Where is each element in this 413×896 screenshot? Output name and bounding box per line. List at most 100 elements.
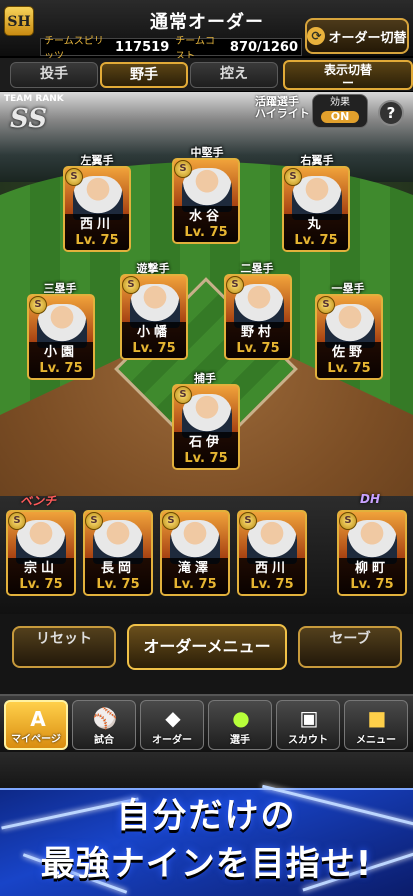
bench-area: ベンチ DH S 宗山 Lv. 75 S 長岡 Lv. 75 S 滝澤 Lv. …: [0, 492, 413, 614]
bench-label: ベンチ: [20, 494, 57, 508]
save-button[interactable]: セーブ: [298, 626, 402, 668]
team-rank-label: TEAM RANK: [4, 94, 64, 104]
player-level: Lv. 75: [132, 341, 176, 356]
highlight-label: 活躍選手 ハイライト: [255, 96, 310, 120]
nav-mypage[interactable]: A マイページ: [4, 700, 68, 750]
A-letter-icon: A: [30, 707, 46, 731]
rank-badge-icon: S: [122, 276, 140, 294]
player-name: 丸: [307, 217, 325, 232]
player-card-shortstop[interactable]: S 小幡 Lv. 75: [120, 274, 188, 360]
promo-line-2: 最強ナインを目指せ!: [40, 844, 373, 884]
dh-player-card[interactable]: S 柳町 Lv. 75: [337, 510, 407, 596]
order-switch-label: オーダー切替: [328, 30, 407, 46]
bottom-nav: A マイページ ⚾ 試合 ◆ オーダー ● 選手 ▣ スカウト ■ メニュー: [0, 694, 413, 752]
action-bar: リセット オーダーメニュー セーブ: [0, 614, 413, 694]
rank-badge-icon: S: [174, 386, 192, 404]
nav-label: スカウト: [288, 735, 328, 746]
player-name: 柳町: [354, 561, 389, 576]
player-card-center-field[interactable]: S 水谷 Lv. 75: [172, 158, 240, 244]
player-level: Lv. 75: [173, 577, 217, 592]
order-switch-button[interactable]: ⟳ オーダー切替: [305, 18, 409, 54]
nav-label: メニュー: [356, 735, 396, 746]
rank-badge-icon: S: [226, 276, 244, 294]
view-switch-button[interactable]: 表示切替 ー: [283, 60, 413, 90]
effect-value: ON: [320, 111, 360, 123]
page-title: 通常オーダー: [150, 12, 264, 33]
player-card-first-base[interactable]: S 佐野 Lv. 75: [315, 294, 383, 380]
help-button[interactable]: ?: [378, 100, 404, 126]
player-name: 西川: [254, 561, 289, 576]
player-card-third-base[interactable]: S 小園 Lv. 75: [27, 294, 95, 380]
diamond-field-icon: ◆: [165, 706, 181, 730]
team-rank-value: SS: [10, 104, 47, 134]
rank-badge-icon: S: [8, 512, 26, 530]
app-screen: SH 通常オーダー チームスピリッツ 117519 チームコスト 870/126…: [0, 0, 413, 896]
nav-order[interactable]: ◆ オーダー: [140, 700, 204, 750]
nav-label: オーダー: [152, 735, 192, 746]
player-name: 宗山: [23, 561, 58, 576]
rank-badge-icon: S: [162, 512, 180, 530]
player-level: Lv. 75: [236, 341, 280, 356]
stadium-icon: ⚾: [92, 706, 118, 730]
player-name: 小幡: [136, 325, 171, 340]
player-name: 西川: [79, 217, 114, 232]
player-level: Lv. 75: [75, 233, 119, 248]
mascot-icon: ■: [367, 706, 387, 730]
player-card-right-field[interactable]: S 丸 Lv. 75: [282, 166, 350, 252]
rank-badge-icon: S: [317, 296, 335, 314]
promo-line-1: 自分だけの: [116, 796, 297, 836]
tab-fielder[interactable]: 野手: [100, 62, 188, 88]
rank-badge-icon: S: [284, 168, 302, 186]
effect-label: 効果: [330, 97, 350, 108]
player-level: Lv. 75: [96, 577, 140, 592]
bench-player-card[interactable]: S 滝澤 Lv. 75: [160, 510, 230, 596]
player-name: 滝澤: [177, 561, 212, 576]
player-silhouette-icon: ●: [232, 706, 250, 730]
player-name: 野村: [240, 325, 275, 340]
player-level: Lv. 75: [19, 577, 63, 592]
view-switch-value: ー: [341, 76, 354, 90]
nav-player[interactable]: ● 選手: [208, 700, 272, 750]
team-cost-value: 870/1260: [229, 39, 298, 55]
tab-reserve[interactable]: 控え: [190, 62, 278, 88]
player-card-catcher[interactable]: S 石伊 Lv. 75: [172, 384, 240, 470]
rank-badge-icon: S: [85, 512, 103, 530]
player-level: Lv. 75: [294, 233, 338, 248]
player-name: 長岡: [100, 561, 135, 576]
cycle-arrows-icon: ⟳: [307, 27, 326, 45]
player-name: 小園: [43, 345, 78, 360]
reset-button[interactable]: リセット: [12, 626, 116, 668]
rank-badge-icon: S: [239, 512, 257, 530]
nav-label: 試合: [94, 735, 114, 746]
order-menu-button[interactable]: オーダーメニュー: [127, 624, 287, 670]
player-level: Lv. 75: [250, 577, 294, 592]
player-level: Lv. 75: [39, 361, 83, 376]
bench-player-card[interactable]: S 宗山 Lv. 75: [6, 510, 76, 596]
tab-pitcher[interactable]: 投手: [10, 62, 98, 88]
effect-toggle[interactable]: 効果 ON: [312, 94, 368, 128]
nav-menu[interactable]: ■ メニュー: [344, 700, 408, 750]
nav-label: 選手: [230, 735, 250, 746]
bench-player-card[interactable]: S 西川 Lv. 75: [237, 510, 307, 596]
team-stats: チームスピリッツ 117519 チームコスト 870/1260: [40, 36, 302, 62]
header-bar: SH 通常オーダー チームスピリッツ 117519 チームコスト 870/126…: [0, 0, 413, 62]
player-name: 水谷: [188, 209, 223, 224]
dh-label: DH: [360, 492, 381, 506]
player-level: Lv. 75: [184, 225, 228, 240]
team-logo: SH: [4, 6, 34, 36]
player-card-left-field[interactable]: S 西川 Lv. 75: [63, 166, 131, 252]
baseball-field: TEAM RANK SS 活躍選手 ハイライト 効果 ON ? 左翼手 S 西川…: [0, 92, 413, 496]
nav-game[interactable]: ⚾ 試合: [72, 700, 136, 750]
rank-badge-icon: S: [29, 296, 47, 314]
scout-card-icon: ▣: [299, 706, 319, 730]
player-level: Lv. 75: [327, 361, 371, 376]
nav-label: マイページ: [11, 734, 61, 745]
bench-player-card[interactable]: S 長岡 Lv. 75: [83, 510, 153, 596]
player-level: Lv. 75: [350, 577, 394, 592]
team-spirit-value: 117519: [114, 39, 170, 55]
player-card-second-base[interactable]: S 野村 Lv. 75: [224, 274, 292, 360]
nav-scout[interactable]: ▣ スカウト: [276, 700, 340, 750]
player-name: 佐野: [331, 345, 366, 360]
highlight-label-line2: ハイライト: [255, 107, 310, 120]
player-level: Lv. 75: [184, 451, 228, 466]
